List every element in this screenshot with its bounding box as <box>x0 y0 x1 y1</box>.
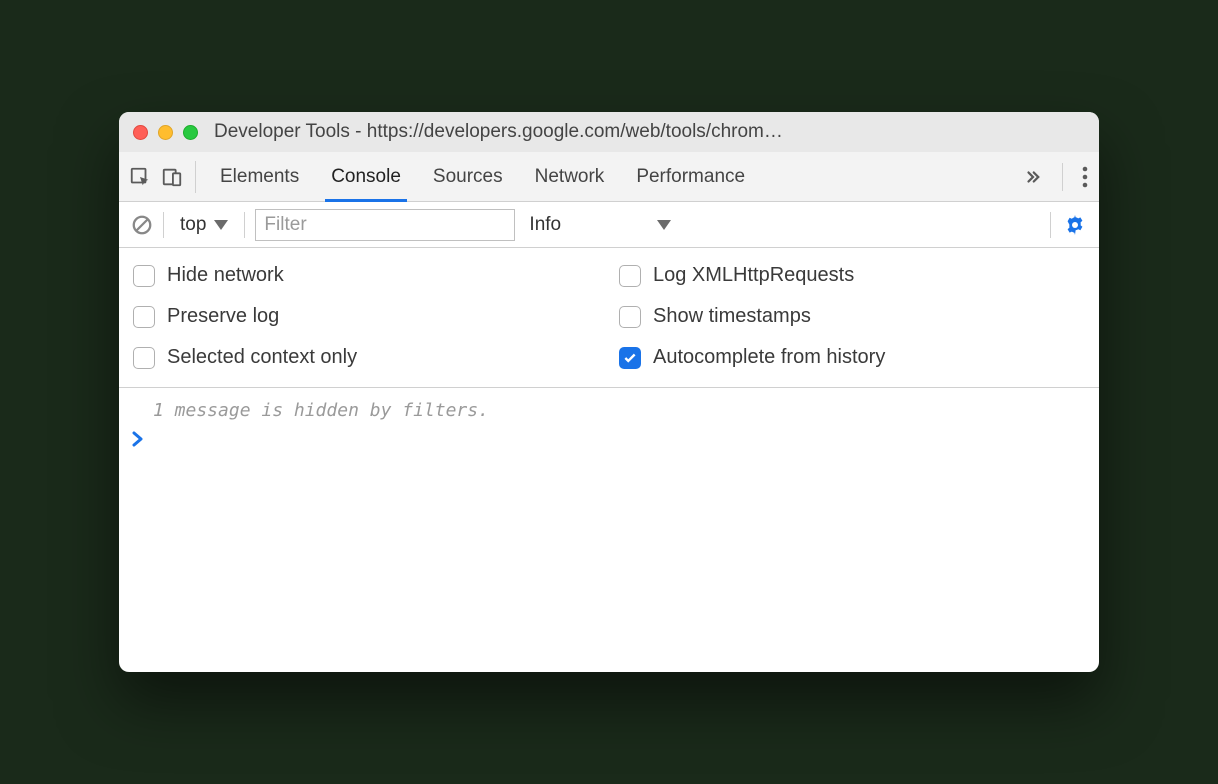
setting-label: Preserve log <box>167 305 279 328</box>
setting-selected-context-only: Selected context only <box>133 346 599 369</box>
toggle-device-toolbar-icon[interactable] <box>161 166 183 188</box>
tab-network[interactable]: Network <box>519 152 621 201</box>
console-settings-panel: Hide network Log XMLHttpRequests Preserv… <box>119 248 1099 388</box>
tab-elements[interactable]: Elements <box>204 152 315 201</box>
setting-autocomplete-history: Autocomplete from history <box>619 346 1085 369</box>
close-window-button[interactable] <box>133 125 148 140</box>
titlebar: Developer Tools - https://developers.goo… <box>119 112 1099 152</box>
console-toolbar: top Info <box>119 202 1099 248</box>
setting-label: Show timestamps <box>653 305 811 328</box>
setting-label: Hide network <box>167 264 284 287</box>
setting-label: Log XMLHttpRequests <box>653 264 854 287</box>
tab-sources[interactable]: Sources <box>417 152 519 201</box>
log-level-select[interactable]: Info <box>525 212 675 238</box>
filter-input[interactable] <box>255 209 515 241</box>
setting-log-xhr: Log XMLHttpRequests <box>619 264 1085 287</box>
hide-network-checkbox[interactable] <box>133 265 155 287</box>
setting-preserve-log: Preserve log <box>133 305 599 328</box>
tab-performance[interactable]: Performance <box>620 152 761 201</box>
setting-hide-network: Hide network <box>133 264 599 287</box>
console-output: 1 message is hidden by filters. <box>119 388 1099 672</box>
setting-label: Autocomplete from history <box>653 346 885 369</box>
minimize-window-button[interactable] <box>158 125 173 140</box>
traffic-lights <box>133 125 198 140</box>
maximize-window-button[interactable] <box>183 125 198 140</box>
console-prompt[interactable] <box>119 427 1099 456</box>
show-timestamps-checkbox[interactable] <box>619 306 641 328</box>
window-title: Developer Tools - https://developers.goo… <box>214 121 1085 143</box>
inspect-element-icon[interactable] <box>129 166 151 188</box>
autocomplete-history-checkbox[interactable] <box>619 347 641 369</box>
log-xhr-checkbox[interactable] <box>619 265 641 287</box>
preserve-log-checkbox[interactable] <box>133 306 155 328</box>
devtools-tab-strip: Elements Console Sources Network Perform… <box>119 152 1099 202</box>
hidden-messages-notice: 1 message is hidden by filters. <box>119 398 1099 427</box>
tab-console[interactable]: Console <box>315 152 417 201</box>
chevron-down-icon <box>657 220 671 230</box>
prompt-chevron-icon <box>131 431 145 447</box>
execution-context-label: top <box>180 214 206 236</box>
setting-show-timestamps: Show timestamps <box>619 305 1085 328</box>
execution-context-select[interactable]: top <box>174 212 234 238</box>
chevron-down-icon <box>214 220 228 230</box>
log-level-label: Info <box>529 214 561 236</box>
clear-console-icon[interactable] <box>131 214 153 236</box>
setting-label: Selected context only <box>167 346 357 369</box>
devtools-window: Developer Tools - https://developers.goo… <box>119 112 1099 672</box>
more-tabs-icon[interactable] <box>1022 168 1044 186</box>
console-settings-icon[interactable] <box>1063 213 1087 237</box>
selected-context-only-checkbox[interactable] <box>133 347 155 369</box>
tab-list: Elements Console Sources Network Perform… <box>204 152 761 201</box>
kebab-menu-icon[interactable] <box>1081 166 1089 188</box>
